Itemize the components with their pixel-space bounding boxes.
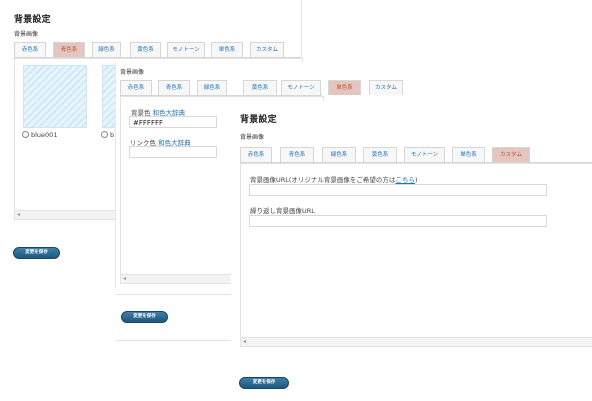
tab-blue[interactable]: 青色系 <box>280 147 314 162</box>
radio-icon <box>101 131 108 138</box>
scroll-left-icon[interactable]: ◂ <box>17 211 20 219</box>
tab-blue[interactable]: 青色系 <box>158 80 190 95</box>
page-title: 背景設定 <box>240 115 277 125</box>
horizontal-scrollbar[interactable]: ◂ <box>241 337 592 346</box>
tab-yellow[interactable]: 黄色系 <box>130 42 161 57</box>
scroll-left-icon[interactable]: ◂ <box>123 275 126 283</box>
radio-icon <box>22 131 29 138</box>
tab-red[interactable]: 赤色系 <box>120 80 152 95</box>
tab-green[interactable]: 緑色系 <box>92 42 121 57</box>
custom-request-link[interactable]: こちら <box>395 176 415 184</box>
tab-solid[interactable]: 単色系 <box>452 147 485 162</box>
bg-color-input[interactable]: #FFFFFF <box>129 116 217 128</box>
tab-green[interactable]: 緑色系 <box>197 80 227 95</box>
scroll-left-icon[interactable]: ◂ <box>243 338 246 346</box>
save-button[interactable]: 変更を保存 <box>239 377 289 389</box>
tab-blue[interactable]: 青色系 <box>53 42 85 57</box>
tab-green[interactable]: 緑色系 <box>322 147 356 162</box>
radio-blue002[interactable]: b <box>101 131 114 139</box>
tab-yellow[interactable]: 黄色系 <box>243 80 277 95</box>
save-button[interactable]: 変更を保存 <box>13 247 60 259</box>
save-button[interactable]: 変更を保存 <box>121 311 168 323</box>
section-subtitle: 背景画像 <box>240 134 265 141</box>
background-settings-panel-3: 背景設定 背景画像 赤色系 青色系 緑色系 黄色系 モノトーン 単色系 カスタム… <box>231 101 592 389</box>
tab-monotone[interactable]: モノトーン <box>167 42 205 57</box>
tab-yellow[interactable]: 黄色系 <box>363 147 397 162</box>
tab-monotone[interactable]: モノトーン <box>281 80 321 95</box>
tab-red[interactable]: 赤色系 <box>14 42 46 57</box>
swatch-blue001[interactable] <box>23 65 87 128</box>
tab-solid-active[interactable]: 単色系 <box>328 80 361 95</box>
bg-url-label: 背景画像URL(オリジナル背景画像をご希望の方はこちら) <box>250 176 418 184</box>
section-subtitle: 背景画像 <box>14 31 39 38</box>
bg-url-input[interactable] <box>249 184 547 196</box>
radio-blue001[interactable]: blue001 <box>22 131 57 139</box>
tab-custom[interactable]: カスタム <box>369 80 403 95</box>
tab-monotone[interactable]: モノトーン <box>404 147 445 162</box>
repeat-url-label: 繰り返し背景画像URL <box>250 207 315 215</box>
link-color-input[interactable] <box>129 146 217 158</box>
page-title: 背景設定 <box>14 15 51 25</box>
repeat-url-input[interactable] <box>249 215 547 227</box>
tab-custom[interactable]: カスタム <box>250 42 284 57</box>
custom-url-area: 背景画像URL(オリジナル背景画像をご希望の方はこちら) 繰り返し背景画像URL… <box>240 163 592 347</box>
tab-custom[interactable]: カスタム <box>492 147 530 162</box>
section-subtitle: 背景画像 <box>120 69 145 76</box>
tab-solid[interactable]: 単色系 <box>211 42 243 57</box>
tab-red[interactable]: 赤色系 <box>240 147 272 162</box>
